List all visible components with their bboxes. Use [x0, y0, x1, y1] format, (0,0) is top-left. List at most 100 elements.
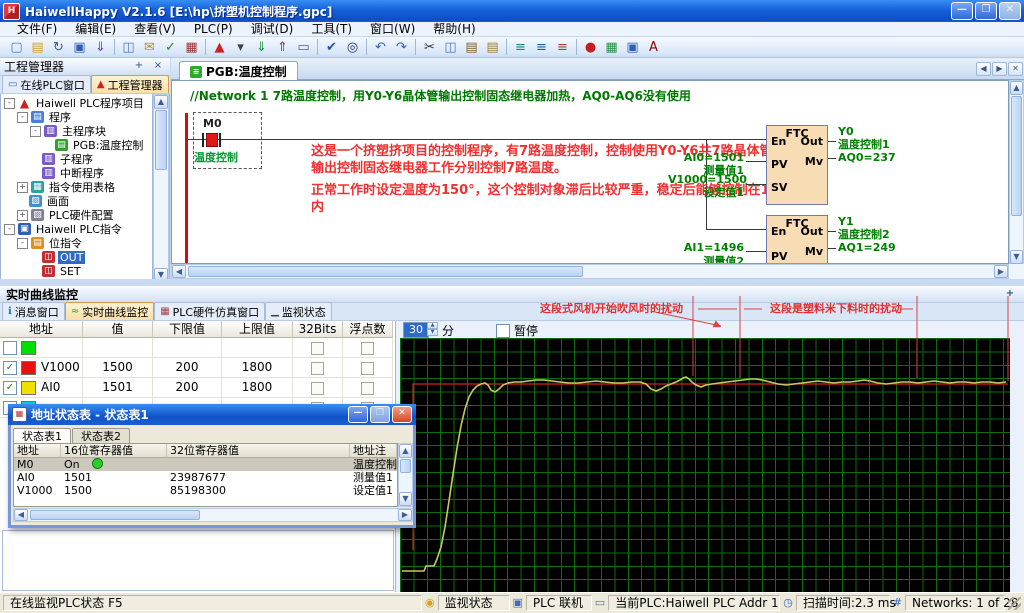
- tree-item--[interactable]: -▤程序: [1, 110, 152, 124]
- tab-realtime-curve[interactable]: ≈ 实时曲线监控: [65, 302, 154, 320]
- haiwell-logo-button[interactable]: ▲: [209, 37, 230, 57]
- status-maximize-button[interactable]: ❐: [370, 406, 390, 423]
- table-cell[interactable]: 1501: [83, 378, 153, 398]
- tree-toggle-icon[interactable]: +: [17, 182, 28, 193]
- editor-horizontal-scrollbar[interactable]: ◀ ▶: [171, 264, 1009, 279]
- status-cell[interactable]: M0: [14, 458, 61, 471]
- pin-icon[interactable]: +: [1002, 287, 1018, 302]
- menu-item-3[interactable]: PLC(P): [185, 22, 242, 37]
- table-cell[interactable]: 1500: [83, 358, 153, 378]
- column-header-3[interactable]: 上限值: [222, 321, 293, 338]
- minutes-input[interactable]: 30: [403, 322, 429, 338]
- ftc-block-1[interactable]: FTC En PV SV Out Mv: [766, 125, 828, 205]
- tree-toggle-icon[interactable]: -: [17, 238, 28, 249]
- verify-doc-button[interactable]: ✓: [160, 37, 181, 57]
- tree-toggle-icon[interactable]: -: [4, 224, 15, 235]
- copy-button[interactable]: ◫: [440, 37, 461, 57]
- stop-button[interactable]: ●: [580, 37, 601, 57]
- tab-status-table-1[interactable]: 状态表1: [13, 428, 71, 444]
- resize-grip[interactable]: [1008, 597, 1021, 610]
- bits32-checkbox[interactable]: [311, 342, 324, 355]
- find-button[interactable]: ◎: [342, 37, 363, 57]
- table-row-address-cell[interactable]: ✓V1000: [0, 358, 83, 378]
- status-cell[interactable]: V1000: [14, 484, 61, 497]
- menu-item-4[interactable]: 调试(D): [242, 22, 303, 37]
- minutes-stepper[interactable]: ▲▼: [427, 322, 438, 336]
- status-cell[interactable]: 测量值1: [350, 471, 397, 484]
- status-close-button[interactable]: ✕: [392, 406, 412, 423]
- syntax-check-button[interactable]: ✔: [321, 37, 342, 57]
- status-cell[interactable]: 1500: [61, 484, 167, 497]
- new-file-button[interactable]: ▢: [6, 37, 27, 57]
- table-cell[interactable]: 200: [153, 358, 222, 378]
- close-button[interactable]: ✕: [999, 2, 1021, 20]
- table-row-address-cell[interactable]: [0, 338, 83, 358]
- tab-status-table-2[interactable]: 状态表2: [72, 428, 130, 444]
- send-button[interactable]: ✉: [139, 37, 160, 57]
- status-table-hscrollbar[interactable]: ◀ ▶: [13, 508, 413, 522]
- ftc-block-2[interactable]: FTC En PV Out Mv: [766, 215, 828, 264]
- save-table-button[interactable]: ▣: [622, 37, 643, 57]
- upload-plc-button[interactable]: ⇑: [272, 37, 293, 57]
- tab-scroll-right-button[interactable]: ▶: [992, 62, 1007, 76]
- tree-item-haiwell-plc-[interactable]: -▲Haiwell PLC程序项目: [1, 96, 152, 110]
- float-checkbox[interactable]: [361, 382, 374, 395]
- curve-color-swatch[interactable]: [21, 381, 36, 395]
- tree-toggle-icon[interactable]: -: [17, 112, 28, 123]
- ladder-editor-canvas[interactable]: //Network 1 7路温度控制，用Y0-Y6晶体管输出控制固态继电器加热，…: [171, 80, 1009, 264]
- column-header-4[interactable]: 32Bits: [293, 321, 343, 338]
- network-config-button[interactable]: ▦: [601, 37, 622, 57]
- tab-online-plc-window[interactable]: ▭ 在线PLC窗口: [2, 75, 91, 93]
- tab-plc-simulation[interactable]: ▦ PLC硬件仿真窗口: [154, 302, 265, 320]
- status-cell[interactable]: [167, 458, 350, 471]
- close-panel-icon[interactable]: ×: [150, 59, 166, 74]
- column-header-1[interactable]: 值: [83, 321, 153, 338]
- menu-item-5[interactable]: 工具(T): [302, 22, 361, 37]
- menu-item-6[interactable]: 窗口(W): [361, 22, 424, 37]
- status-cell[interactable]: 温度控制: [350, 458, 397, 471]
- tree-toggle-icon[interactable]: -: [30, 126, 41, 137]
- undo-button[interactable]: ↶: [370, 37, 391, 57]
- table-cell[interactable]: 200: [153, 378, 222, 398]
- table-cell[interactable]: 1800: [222, 378, 293, 398]
- table-cell[interactable]: [83, 338, 153, 358]
- column-header-2[interactable]: 下限值: [153, 321, 222, 338]
- curve-enable-checkbox[interactable]: ✓: [3, 361, 17, 375]
- cut-button[interactable]: ✂: [419, 37, 440, 57]
- tree-item--[interactable]: -▥主程序块: [1, 124, 152, 138]
- table-cell[interactable]: [153, 338, 222, 358]
- tree-item--[interactable]: ▨画面: [1, 194, 152, 208]
- status-cell[interactable]: 85198300: [167, 484, 350, 497]
- address-status-window[interactable]: ▦ 地址状态表 - 状态表1 — ❐ ✕ 状态表1 状态表2 地址16位寄存器值…: [8, 404, 416, 528]
- table-row-address-cell[interactable]: ✓AI0: [0, 378, 83, 398]
- float-checkbox[interactable]: [361, 362, 374, 375]
- download-plc-button[interactable]: ⇓: [251, 37, 272, 57]
- tab-project-manager[interactable]: ▲ 工程管理器: [91, 75, 169, 93]
- status-cell[interactable]: 设定值1: [350, 484, 397, 497]
- curve-color-swatch[interactable]: [21, 361, 36, 375]
- project-tree-scrollbar[interactable]: ▲ ▼: [153, 94, 169, 283]
- table-cell[interactable]: 1800: [222, 358, 293, 378]
- status-minimize-button[interactable]: —: [348, 406, 368, 423]
- column-header-0[interactable]: 地址: [0, 321, 83, 338]
- recent-files-button[interactable]: ↻: [48, 37, 69, 57]
- curve-color-swatch[interactable]: [21, 341, 36, 355]
- tree-item-plc-[interactable]: +▧PLC硬件配置: [1, 208, 152, 222]
- insert-network-button[interactable]: ≡: [510, 37, 531, 57]
- status-cell[interactable]: AI0: [14, 471, 61, 484]
- report-button[interactable]: ▦: [181, 37, 202, 57]
- status-column-header-1[interactable]: 16位寄存器值: [61, 444, 167, 458]
- status-column-header-3[interactable]: 地址注释: [350, 444, 397, 458]
- online-window-button[interactable]: ▭: [293, 37, 314, 57]
- paste-button[interactable]: ▤: [461, 37, 482, 57]
- curve-enable-checkbox[interactable]: ✓: [3, 381, 17, 395]
- menu-item-2[interactable]: 查看(V): [125, 22, 185, 37]
- bits32-checkbox[interactable]: [311, 382, 324, 395]
- status-cell[interactable]: 1501: [61, 471, 167, 484]
- tree-toggle-icon[interactable]: +: [17, 210, 28, 221]
- column-header-5[interactable]: 浮点数: [343, 321, 393, 338]
- tree-item-haiwell-plc-[interactable]: -▣Haiwell PLC指令: [1, 222, 152, 236]
- menu-item-7[interactable]: 帮助(H): [424, 22, 484, 37]
- tree-item--[interactable]: +▦指令使用表格: [1, 180, 152, 194]
- editor-vertical-scrollbar[interactable]: ▲ ▼: [1009, 80, 1024, 264]
